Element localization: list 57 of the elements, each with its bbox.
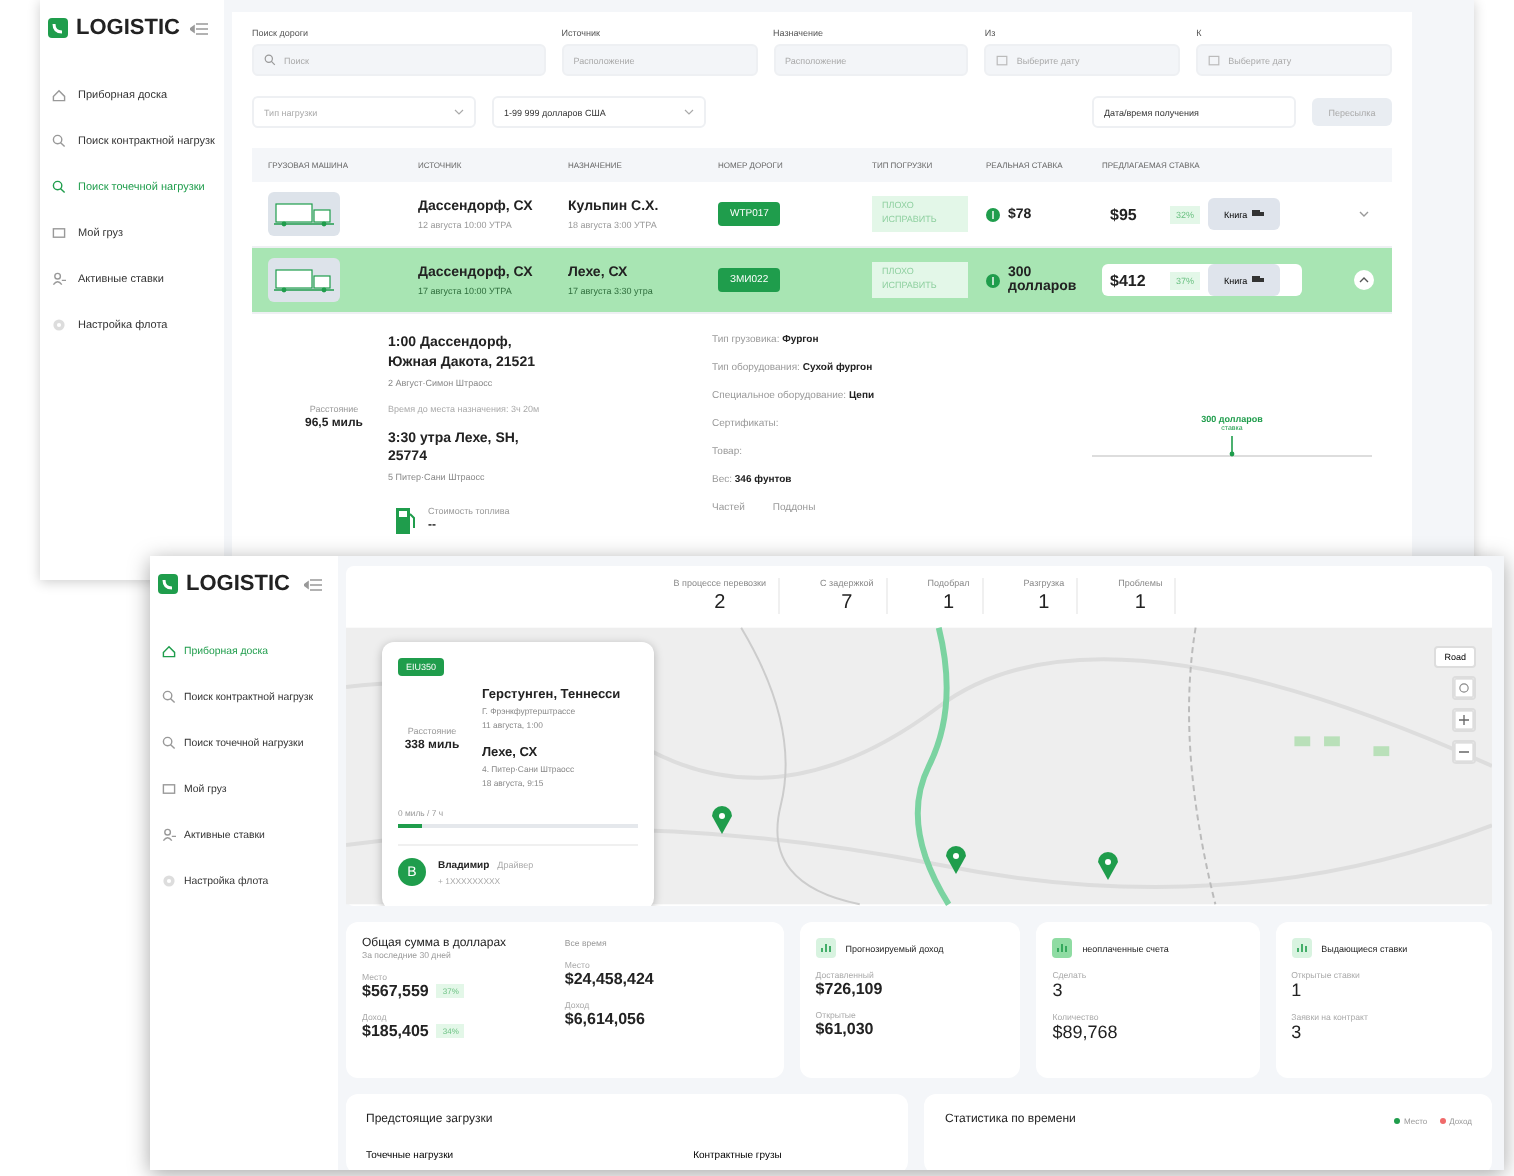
logo-text: LOGISTIC <box>186 572 290 596</box>
home-icon <box>162 644 176 658</box>
calendar-icon <box>1208 54 1221 66</box>
truck-icon <box>268 258 340 302</box>
person-icon <box>52 272 66 286</box>
truck-icon <box>1251 210 1264 218</box>
search-icon <box>264 54 276 66</box>
search-icon <box>162 690 176 704</box>
menu-icon[interactable] <box>304 577 322 591</box>
caret-icon <box>454 108 464 116</box>
metric-value: $567,559 <box>362 982 429 1000</box>
map-pin-icon <box>1098 852 1118 880</box>
box-icon <box>52 226 66 240</box>
search-icon <box>52 180 66 194</box>
metric-value: $61,030 <box>815 1020 874 1038</box>
stat-value: 7 <box>839 592 855 614</box>
locate-icon[interactable] <box>1452 676 1476 700</box>
offer-field[interactable]: $412 <box>1102 271 1170 289</box>
metric-value: $89,768 <box>1052 1022 1118 1042</box>
home-icon <box>52 88 66 102</box>
caret-icon <box>684 108 694 116</box>
zoom-out-icon[interactable] <box>1452 740 1476 764</box>
caret-icon[interactable] <box>1354 270 1374 290</box>
stat-value: 1 <box>941 592 957 614</box>
menu-icon[interactable] <box>190 21 208 35</box>
stat-value: 1 <box>1132 592 1148 614</box>
zoom-in-icon[interactable] <box>1452 708 1476 732</box>
logo-icon <box>48 18 68 38</box>
truck-icon <box>1251 276 1264 284</box>
gear-icon <box>162 874 176 888</box>
logo-text: LOGISTIC <box>76 16 180 40</box>
logo-icon <box>158 574 178 594</box>
map-pin-icon <box>946 846 966 874</box>
offer-field[interactable]: $95 <box>1102 205 1170 223</box>
fuel-pump-icon <box>396 506 416 535</box>
person-icon <box>162 828 176 842</box>
metric-value: 3 <box>1291 1022 1302 1042</box>
metric-value: $726,109 <box>815 980 883 998</box>
search-icon <box>162 736 176 750</box>
metric-value: $6,614,056 <box>564 1010 645 1028</box>
chart-icon <box>815 938 836 958</box>
metric-value: $185,405 <box>362 1022 429 1040</box>
search-icon <box>52 134 66 148</box>
metric-value: $24,458,424 <box>564 970 654 988</box>
stat-value: 1 <box>1036 592 1052 614</box>
truck-icon <box>268 192 340 236</box>
metric-value: 3 <box>1052 980 1063 1000</box>
stat-value: 2 <box>712 592 728 614</box>
chart-icon <box>1291 938 1312 958</box>
metric-value: 1 <box>1291 980 1302 1000</box>
dollar-icon <box>986 273 1000 287</box>
dollar-icon <box>986 207 1000 221</box>
gear-icon <box>52 318 66 332</box>
chart-icon <box>1052 938 1073 958</box>
box-icon <box>162 782 176 796</box>
calendar-icon <box>996 54 1009 66</box>
map-pin-icon <box>712 806 732 834</box>
